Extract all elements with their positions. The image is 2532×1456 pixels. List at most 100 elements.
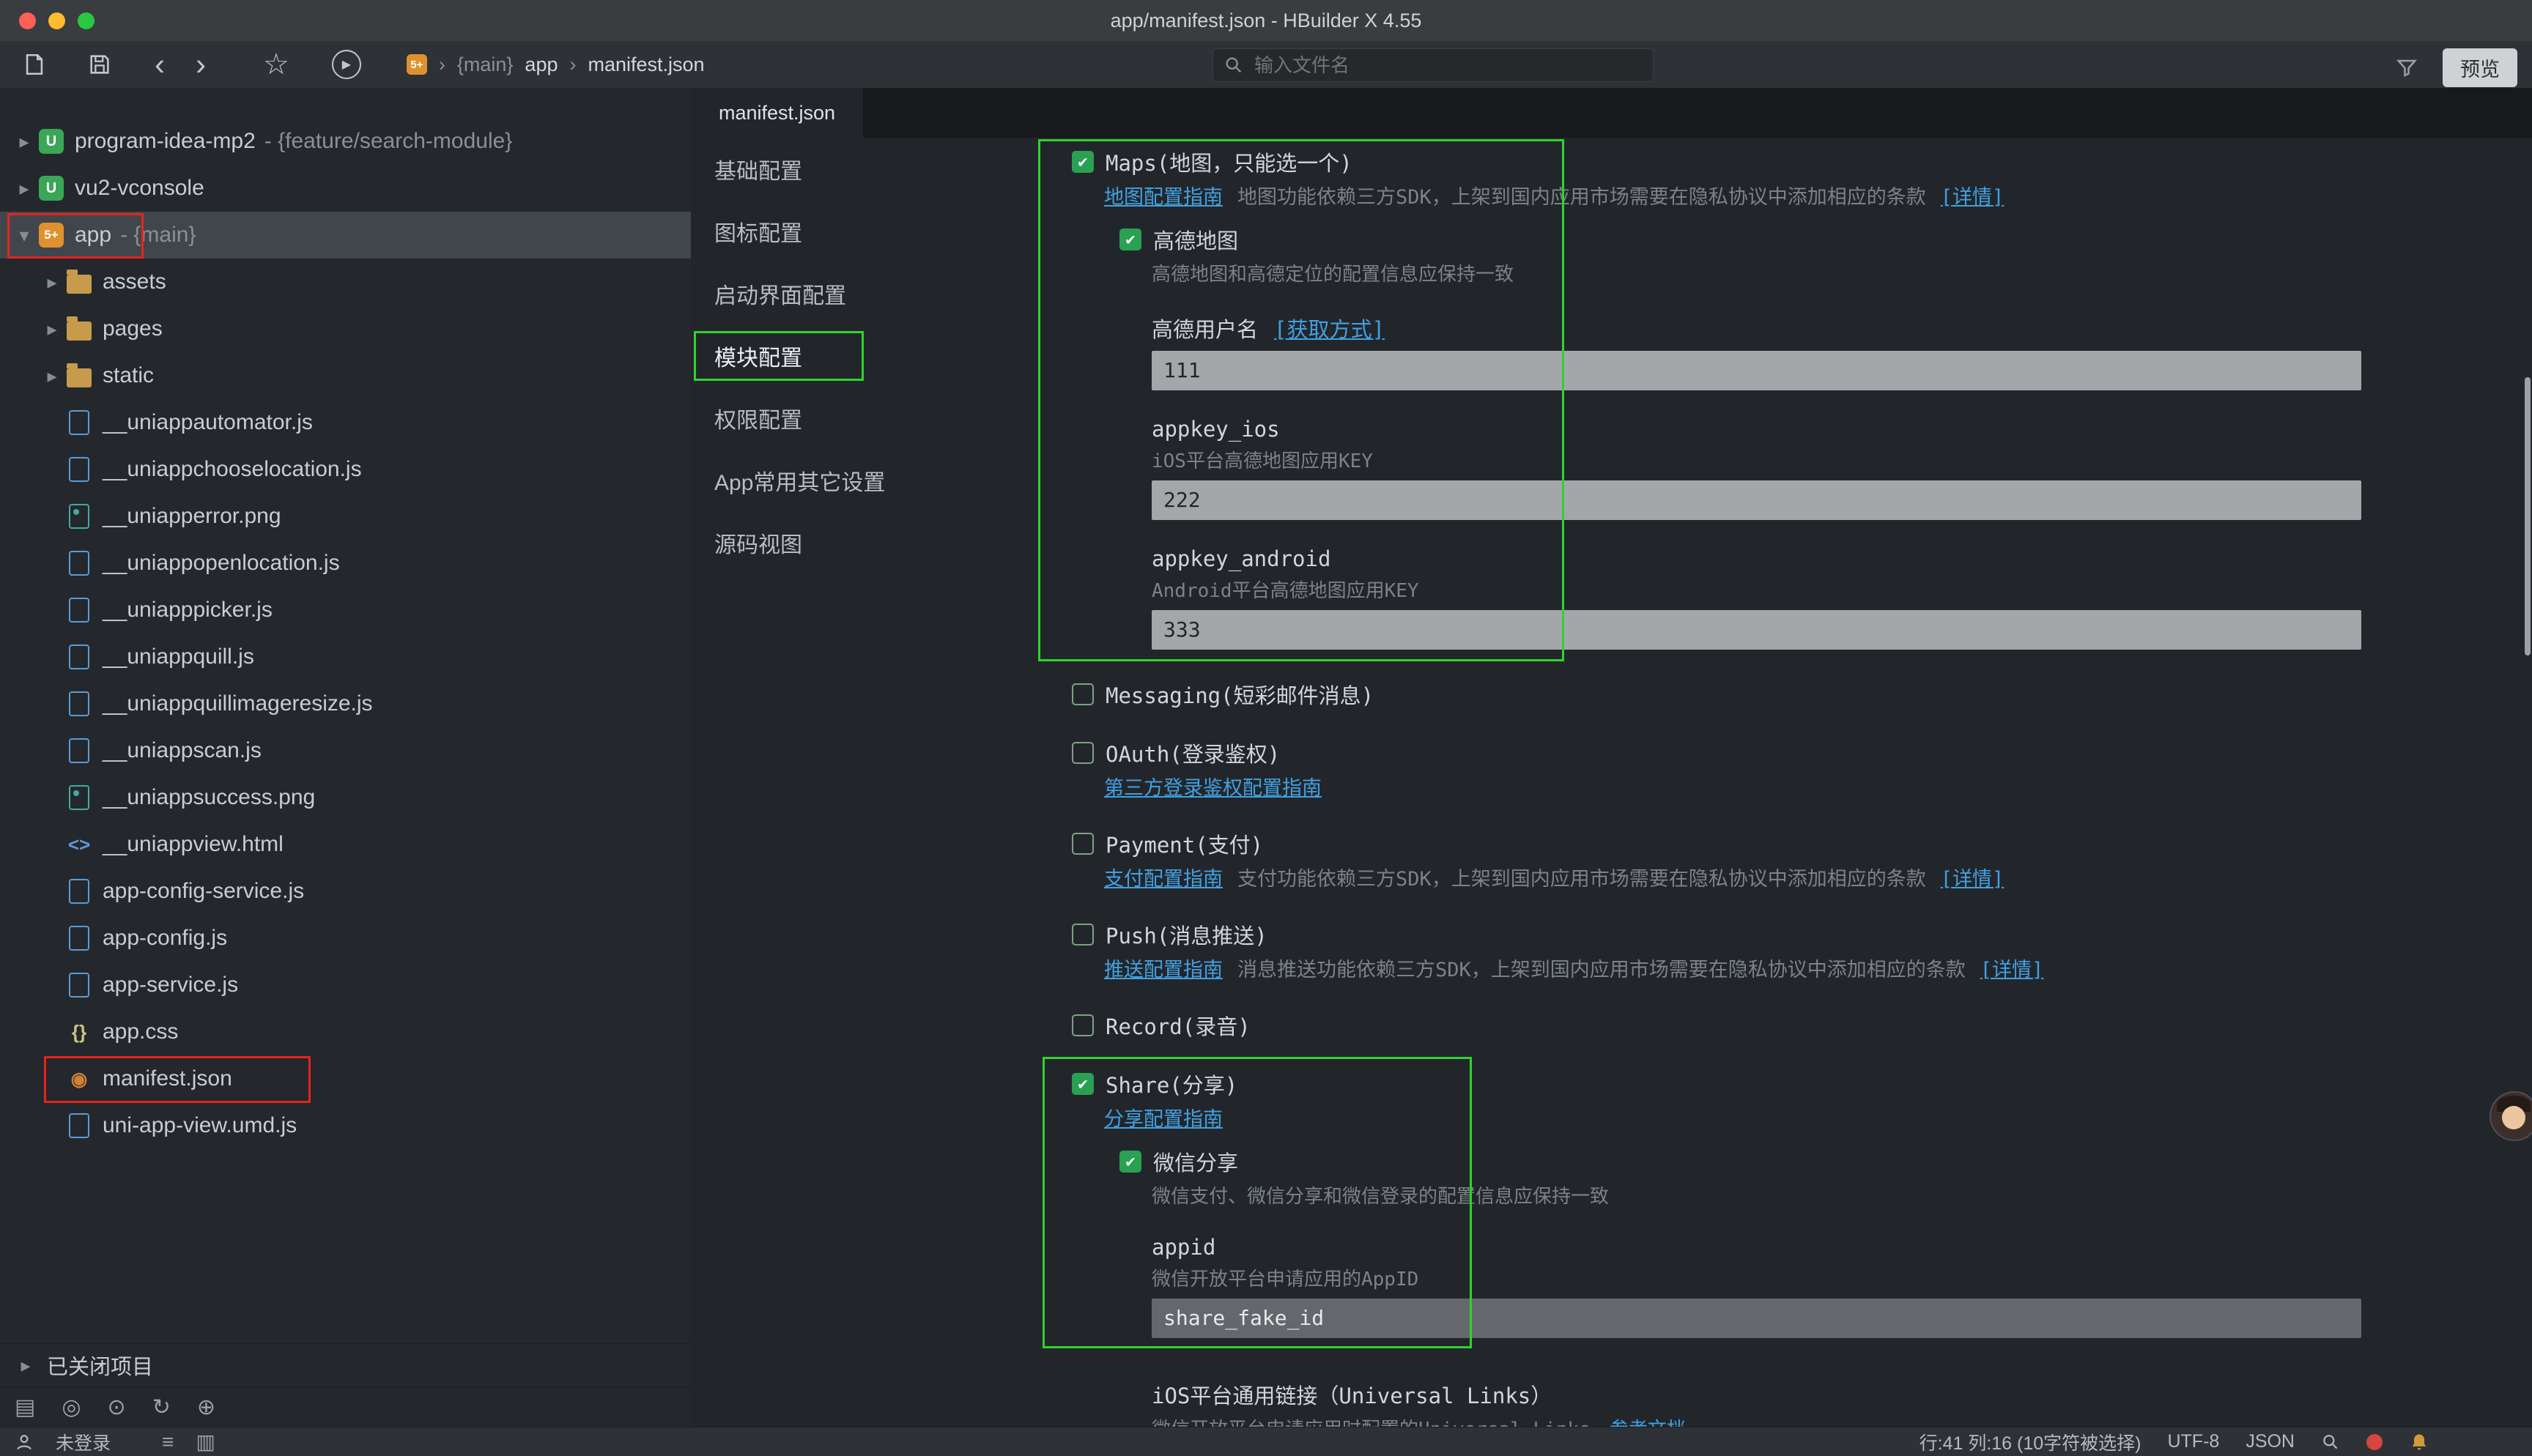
forward-icon[interactable]: › [196,49,206,80]
module-label: Messaging(短彩邮件消息) [1106,679,1374,710]
doc-link[interactable]: 推送配置指南 [1104,954,1223,982]
chevron-right-icon[interactable]: ▸ [10,130,38,153]
oauth-checkbox[interactable] [1072,742,1094,764]
chevron-right-icon[interactable]: ▸ [38,271,66,294]
new-file-icon[interactable] [22,52,47,77]
field-help-link[interactable]: [获取方式] [1274,313,1385,343]
tree-item-__uniappquillimageresize.js[interactable]: __uniappquillimageresize.js [0,680,691,727]
tree-item-__uniappchooselocation.js[interactable]: __uniappchooselocation.js [0,446,691,493]
share-child-checkbox[interactable]: ✔ [1119,1151,1141,1173]
tree-item-__uniapperror.png[interactable]: __uniapperror.png [0,493,691,540]
tree-item-iconbox [66,269,92,295]
maximize-window-button[interactable] [78,12,95,29]
image-preview-icon[interactable]: ▥ [196,1430,215,1454]
sync-icon[interactable]: ↻ [152,1394,171,1420]
nav-item-1[interactable]: 图标配置 [691,200,1057,262]
tree-item-iconbox [66,503,92,530]
detail-link[interactable]: [详情] [1941,863,2004,891]
tree-item-pages[interactable]: ▸pages [0,305,691,352]
nav-item-2[interactable]: 启动界面配置 [691,262,1057,324]
editor-tabstrip: manifest.json [691,88,2532,138]
chevron-right-icon[interactable]: ▸ [38,365,66,387]
doc-link[interactable]: 第三方登录鉴权配置指南 [1104,772,1322,801]
detail-link[interactable]: [详情] [1941,181,2004,209]
appkey_ios-input[interactable]: 222 [1152,480,2361,520]
tree-item-__uniappquill.js[interactable]: __uniappquill.js [0,634,691,680]
filter-icon[interactable] [2396,57,2418,79]
closed-projects-section[interactable]: ▸ 已关闭项目 [0,1343,691,1386]
breadcrumb-branch[interactable]: {main} [457,53,514,76]
star-icon[interactable]: ☆ [263,50,289,79]
debug-icon[interactable]: ⊙ [108,1394,126,1420]
tree-item-app-config-service.js[interactable]: app-config-service.js [0,868,691,915]
tree-item-__uniappscan.js[interactable]: __uniappscan.js [0,727,691,774]
nav-item-label: 启动界面配置 [714,278,846,310]
tree-item-assets[interactable]: ▸assets [0,259,691,305]
run-icon[interactable]: ▶ [332,50,361,79]
settings-icon[interactable]: ⊕ [197,1394,215,1420]
form-field-appkey_ios: appkey_iosiOS平台高德地图应用KEY222 [1152,417,2532,520]
save-icon[interactable] [87,52,112,77]
tab-manifest-json[interactable]: manifest.json [691,88,863,138]
outline-icon[interactable]: ≡ [162,1430,174,1454]
messaging-checkbox[interactable] [1072,683,1094,705]
encoding-indicator[interactable]: UTF-8 [2167,1431,2219,1452]
minimize-window-button[interactable] [48,12,65,29]
search-input[interactable] [1244,53,1653,78]
syntax-indicator[interactable]: JSON [2246,1431,2295,1452]
appid-input[interactable]: share_fake_id [1152,1299,2361,1338]
folder-icon [67,368,92,387]
share-checkbox[interactable]: ✔ [1072,1073,1094,1095]
nav-item-6[interactable]: 源码视图 [691,511,1057,573]
tree-item-program-idea-mp2[interactable]: ▸Uprogram-idea-mp2- {feature/search-modu… [0,118,691,165]
preview-button[interactable]: 预览 [2443,48,2517,87]
tree-item-__uniappopenlocation.js[interactable]: __uniappopenlocation.js [0,540,691,587]
payment-checkbox[interactable] [1072,833,1094,855]
tree-item-__uniappview.html[interactable]: <>__uniappview.html [0,821,691,868]
record-status-icon[interactable] [2366,1434,2383,1450]
tree-item-__uniappautomator.js[interactable]: __uniappautomator.js [0,399,691,446]
tree-item-static[interactable]: ▸static [0,352,691,399]
console-icon[interactable]: ▤ [15,1394,35,1420]
editor-scrollbar[interactable] [2525,377,2531,655]
tree-item-__uniapppicker.js[interactable]: __uniapppicker.js [0,587,691,634]
cursor-position[interactable]: 行:41 列:16 (10字符被选择) [1920,1429,2142,1455]
chevron-right-icon[interactable]: ▸ [10,177,38,200]
tree-item-__uniappsuccess.png[interactable]: __uniappsuccess.png [0,774,691,821]
tree-item-manifest.json[interactable]: ◉manifest.json [0,1055,691,1102]
nav-item-4[interactable]: 权限配置 [691,387,1057,449]
file-search-box[interactable] [1213,48,1654,82]
close-window-button[interactable] [19,12,36,29]
login-status[interactable]: 未登录 [56,1429,111,1455]
breadcrumb-file[interactable]: manifest.json [588,53,704,76]
breadcrumb-project[interactable]: app [525,53,558,76]
maps-checkbox[interactable]: ✔ [1072,151,1094,173]
doc-link[interactable]: 支付配置指南 [1104,863,1223,891]
appkey_android-input[interactable]: 333 [1152,610,2361,650]
nav-item-0[interactable]: 基础配置 [691,138,1057,200]
record-checkbox[interactable] [1072,1014,1094,1036]
nav-item-5[interactable]: App常用其它设置 [691,449,1057,511]
back-icon[interactable]: ‹ [155,49,165,80]
doc-link[interactable]: 地图配置指南 [1104,181,1223,209]
tree-item-uni-app-view.umd.js[interactable]: uni-app-view.umd.js [0,1102,691,1149]
tree-item-app.css[interactable]: {}app.css [0,1009,691,1055]
nav-item-3[interactable]: 模块配置 [691,324,1057,387]
tree-item-app-config.js[interactable]: app-config.js [0,915,691,962]
module-label: Share(分享) [1106,1069,1237,1099]
tree-item-vu2-vconsole[interactable]: ▸Uvu2-vconsole [0,165,691,212]
breadcrumb-separator: › [569,53,576,76]
maps-child-checkbox[interactable]: ✔ [1119,229,1141,250]
push-checkbox[interactable] [1072,924,1094,946]
高德用户名-input[interactable]: 111 [1152,351,2361,390]
tree-item-app-service.js[interactable]: app-service.js [0,962,691,1009]
doc-link[interactable]: 分享配置指南 [1104,1103,1223,1132]
chevron-right-icon[interactable]: ▸ [38,318,66,341]
tree-item-app[interactable]: ▾5+app- {main} [0,212,691,259]
bell-icon[interactable] [2409,1432,2429,1452]
nav-item-label: 图标配置 [714,215,802,248]
zoom-icon[interactable] [2321,1433,2340,1452]
detail-link[interactable]: [详情] [1980,954,2044,982]
chevron-down-icon[interactable]: ▾ [10,224,38,247]
preview-panel-icon[interactable]: ◎ [62,1394,81,1420]
